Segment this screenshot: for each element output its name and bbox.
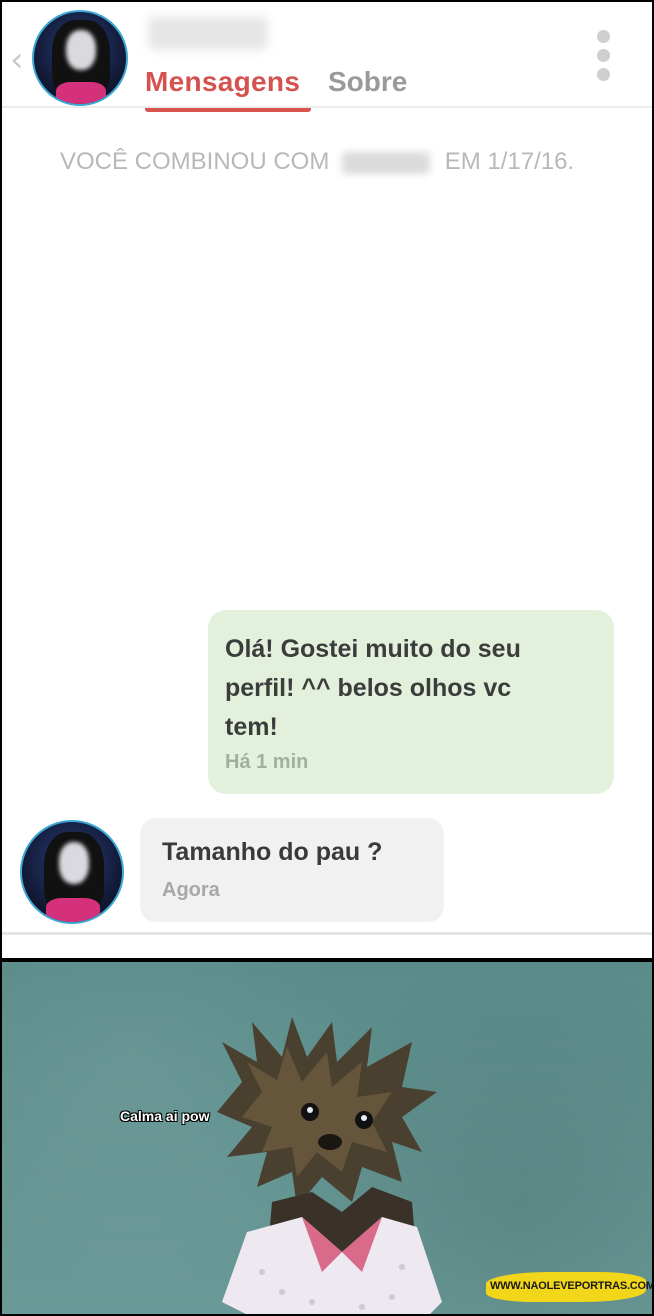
avatar-shirt (56, 82, 106, 104)
received-message-bubble[interactable]: Tamanho do pau ? Agora (140, 818, 444, 922)
meme-panel: Calma ai pow WWW.NAOLEVEPORTRAS.COM (2, 962, 652, 1314)
sent-message-time: Há 1 min (225, 751, 309, 773)
chevron-left-icon[interactable]: ‹ (10, 40, 30, 80)
header-divider (2, 106, 652, 108)
sender-avatar[interactable] (20, 820, 124, 924)
sent-message-line: Olá! Gostei muito do seu (225, 635, 521, 663)
sent-message-text: Olá! Gostei muito do seu perfil! ^^ belo… (225, 630, 596, 747)
sent-message-line: perfil! ^^ belos olhos vc (225, 674, 512, 702)
watermark-text: WWW.NAOLEVEPORTRAS.COM (490, 1280, 652, 1292)
avatar-shirt (46, 898, 100, 922)
meme-caption: Calma ai pow (120, 1108, 210, 1124)
match-date: EM 1/17/16. (444, 148, 575, 175)
composer-divider (2, 932, 652, 935)
more-vertical-icon[interactable] (596, 30, 612, 90)
match-prefix: VOCÊ COMBINOU COM (60, 148, 330, 175)
contact-name-redacted (148, 16, 268, 50)
matched-name-redacted (342, 151, 431, 174)
tab-sobre[interactable]: Sobre (328, 66, 407, 98)
chat-screen: ‹ Mensagens Sobre VOCÊ COMBINOU COM EM 1… (2, 2, 652, 958)
avatar-face-blurred (66, 30, 96, 70)
received-message-text: Tamanho do pau ? (162, 838, 383, 866)
tab-mensagens[interactable]: Mensagens (145, 66, 300, 98)
received-message-time: Agora (162, 879, 220, 901)
sent-message-line: tem! (225, 713, 278, 741)
sent-message-bubble[interactable]: Olá! Gostei muito do seu perfil! ^^ belo… (208, 610, 614, 794)
site-watermark[interactable]: WWW.NAOLEVEPORTRAS.COM (486, 1272, 652, 1302)
avatar-face-blurred (59, 842, 89, 884)
avatar[interactable] (32, 10, 128, 106)
scruffy-dog-image (217, 1017, 442, 1314)
match-notice: VOCÊ COMBINOU COM EM 1/17/16. (60, 148, 574, 176)
